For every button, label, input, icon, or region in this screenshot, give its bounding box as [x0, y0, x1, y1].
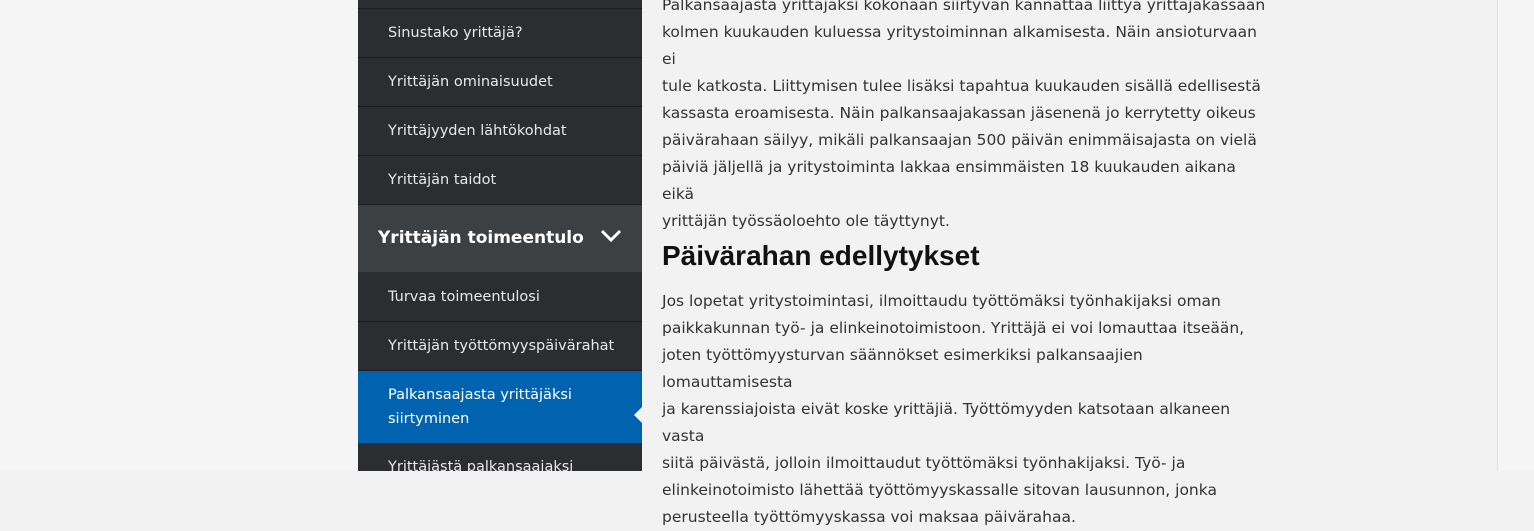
sidebar-item-tyottomyyspaivarahat[interactable]: Yrittäjän työttömyyspäivärahat: [358, 322, 642, 371]
page-left-margin: [0, 0, 358, 471]
sidebar-item-turvaa-toimeentulosi[interactable]: Turvaa toimeentulosi: [358, 272, 642, 322]
sidebar-item-label: Turvaa toimeentulosi: [388, 289, 540, 305]
paragraph-line: päivärahaan säilyy, mikäli palkansaajan …: [662, 131, 1257, 149]
sidebar-item-label-line2: siirtyminen: [388, 411, 470, 427]
sidebar-item-label-line1: Palkansaajasta yrittäjäksi: [388, 387, 572, 403]
sidebar-item-label: Sinustako yrittäjä?: [388, 25, 523, 41]
sidebar-nav: Sinustako yrittäjä? Yrittäjän ominaisuud…: [358, 0, 642, 471]
paragraph-line: joten työttömyysturvan säännökset esimer…: [662, 346, 1143, 391]
sidebar-item-partial[interactable]: [358, 0, 642, 9]
sidebar-item-palkansaajasta-yrittajaksi[interactable]: Palkansaajasta yrittäjäksi siirtyminen: [358, 371, 642, 443]
paragraph-line: päiviä jäljellä ja yritystoiminta lakkaa…: [662, 158, 1236, 203]
sidebar-item-label: Yrittäjän taidot: [388, 172, 497, 188]
sidebar-item-yrittajasta-palkansaajaksi[interactable]: Yrittäjästä palkansaajaksi: [358, 443, 642, 471]
sidebar-section-yrittajan-toimeentulo[interactable]: Yrittäjän toimeentulo: [358, 205, 642, 272]
section-heading: Päivärahan edellytykset: [662, 240, 980, 271]
paragraph-line: elinkeinotoimisto lähettää työttömyyskas…: [662, 481, 1217, 499]
sidebar-item-yrittajan-taidot[interactable]: Yrittäjän taidot: [358, 156, 642, 205]
sidebar-item-label: Yrittäjän ominaisuudet: [388, 74, 553, 90]
paragraph-line: Palkansaajasta yrittäjäksi kokonaan siir…: [662, 0, 1266, 14]
sidebar-item-label: Yrittäjästä palkansaajaksi: [388, 459, 574, 471]
intro-paragraph: Palkansaajasta yrittäjäksi kokonaan siir…: [662, 0, 1272, 235]
paragraph-line: siitä päivästä, jolloin ilmoittaudut työ…: [662, 454, 1186, 472]
sidebar-item-yrittajan-ominaisuudet[interactable]: Yrittäjän ominaisuudet: [358, 58, 642, 107]
chevron-down-icon[interactable]: [600, 229, 622, 243]
sidebar-section-label: Yrittäjän toimeentulo: [378, 228, 584, 248]
page-right-margin: [1497, 0, 1534, 471]
paragraph-line: yrittäjän työssäoloehto ole täyttynyt.: [662, 212, 950, 230]
sidebar-item-sinustako-yrittaja[interactable]: Sinustako yrittäjä?: [358, 9, 642, 58]
paragraph-line: Jos lopetat yritystoimintasi, ilmoittaud…: [662, 292, 1221, 310]
paragraph-line: kassasta eroamisesta. Näin palkansaajaka…: [662, 104, 1256, 122]
sidebar-item-label: Yrittäjän työttömyyspäivärahat: [388, 338, 615, 354]
paragraph-line: perusteella työttömyyskassa voi maksaa p…: [662, 508, 1076, 526]
sidebar-item-label: Yrittäjyyden lähtökohdat: [388, 123, 567, 139]
paragraph-line: tule katkosta. Liittymisen tulee lisäksi…: [662, 77, 1261, 95]
active-indicator: [634, 407, 642, 423]
paragraph-line: paikkakunnan työ- ja elinkeinotoimistoon…: [662, 319, 1245, 337]
body-paragraph: Jos lopetat yritystoimintasi, ilmoittaud…: [662, 288, 1272, 531]
paragraph-line: ja karenssiajoista eivät koske yrittäjiä…: [662, 400, 1231, 445]
paragraph-line: kolmen kuukauden kuluessa yritystoiminna…: [662, 23, 1257, 68]
sidebar-item-yrittajyyden-lahtokohdat[interactable]: Yrittäjyyden lähtökohdat: [358, 107, 642, 156]
